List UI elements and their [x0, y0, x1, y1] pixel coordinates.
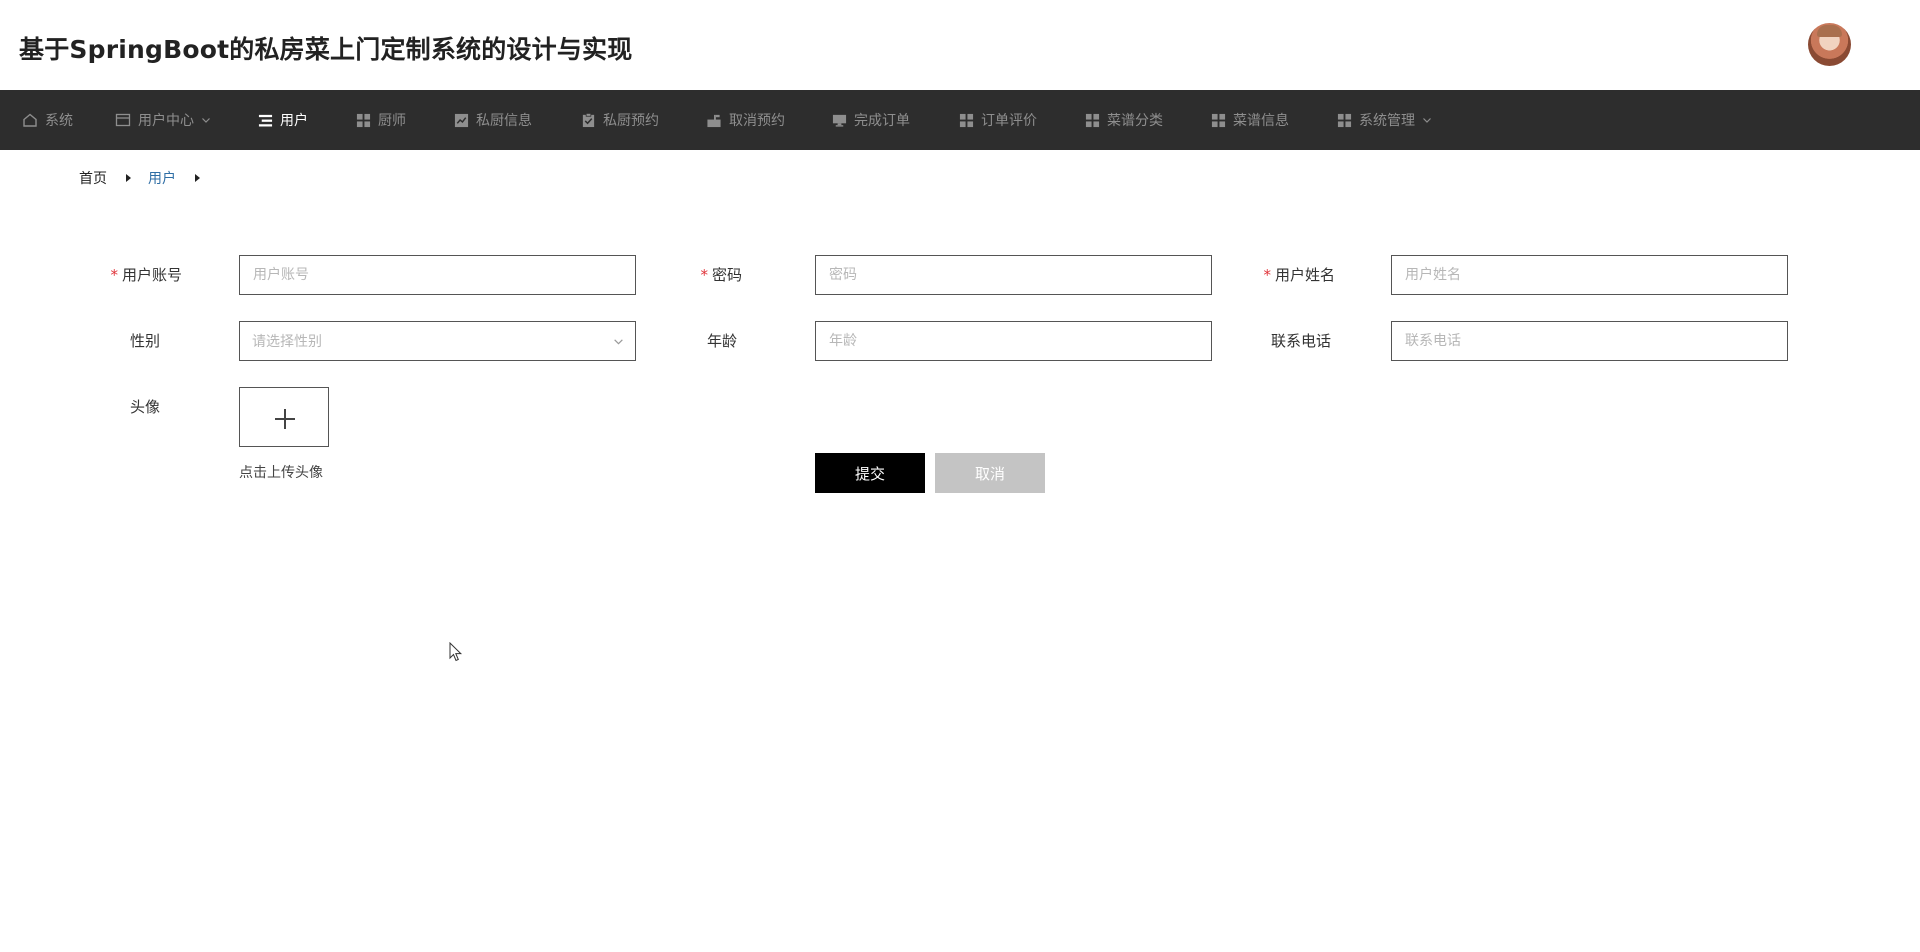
mailbox-icon — [707, 114, 721, 127]
grid-icon — [1337, 113, 1352, 127]
username-input[interactable] — [239, 255, 636, 295]
breadcrumb: 首页 用户 — [79, 168, 217, 188]
breadcrumb-home[interactable]: 首页 — [79, 168, 107, 188]
realname-input[interactable] — [1391, 255, 1788, 295]
gender-select[interactable]: 请选择性别 — [239, 321, 636, 361]
gender-label: 性别 — [129, 332, 160, 350]
nav-item-system-management[interactable]: 系统管理 — [1337, 90, 1432, 150]
nav-item-label: 菜谱分类 — [1107, 113, 1163, 129]
phone-input[interactable] — [1391, 321, 1788, 361]
realname-label: * 用户姓名 — [1263, 266, 1335, 284]
avatar-label: 头像 — [129, 398, 160, 416]
required-mark: * — [700, 266, 708, 284]
nav-item-label: 私厨信息 — [476, 113, 532, 129]
card-icon — [115, 113, 131, 127]
phone-label: 联系电话 — [1270, 332, 1331, 350]
nav-item-order-reviews[interactable]: 订单评价 — [959, 90, 1037, 150]
password-label: * 密码 — [700, 266, 742, 284]
nav-item-label: 菜谱信息 — [1233, 113, 1289, 129]
home-icon — [23, 113, 37, 127]
avatar-upload-button[interactable] — [239, 387, 329, 447]
nav-item-chef[interactable]: 厨师 — [356, 90, 406, 150]
password-input[interactable] — [815, 255, 1212, 295]
grid-icon — [959, 113, 974, 127]
plus-icon — [284, 409, 286, 429]
app-header: 基于SpringBoot的私房菜上门定制系统的设计与实现 — [0, 0, 1920, 90]
nav-item-user-center[interactable]: 用户中心 — [115, 90, 211, 150]
nav-item-label: 用户中心 — [138, 113, 194, 129]
app-title: 基于SpringBoot的私房菜上门定制系统的设计与实现 — [19, 35, 633, 64]
top-nav: 系统 用户中心 用户 厨师 私厨信息 私厨预约 取消预约 完成订单 订单评价 菜… — [0, 90, 1920, 150]
nav-item-chef-booking[interactable]: 私厨预约 — [581, 90, 659, 150]
age-label: 年龄 — [706, 332, 737, 350]
required-mark: * — [1263, 266, 1271, 284]
cancel-button[interactable]: 取消 — [935, 453, 1045, 493]
nav-item-label: 订单评价 — [981, 113, 1037, 129]
list-icon — [258, 114, 273, 126]
breadcrumb-current: 用户 — [148, 171, 176, 187]
username-label: * 用户账号 — [110, 266, 182, 284]
grid-icon — [356, 113, 371, 127]
clipboard-check-icon — [582, 113, 595, 128]
mouse-cursor-icon — [449, 642, 463, 662]
user-avatar[interactable] — [1808, 23, 1851, 66]
nav-item-recipe-category[interactable]: 菜谱分类 — [1085, 90, 1163, 150]
nav-item-chef-info[interactable]: 私厨信息 — [454, 90, 532, 150]
nav-item-label: 用户 — [280, 113, 308, 129]
nav-item-label: 系统 — [45, 113, 73, 129]
chevron-down-icon — [202, 118, 210, 123]
nav-item-label: 取消预约 — [729, 113, 785, 129]
nav-item-user[interactable]: 用户 — [258, 90, 308, 150]
avatar-upload-hint: 点击上传头像 — [239, 465, 323, 481]
required-mark: * — [110, 266, 118, 284]
nav-item-cancel-booking[interactable]: 取消预约 — [706, 90, 785, 150]
chevron-down-icon — [1423, 118, 1431, 123]
breadcrumb-separator-icon — [195, 174, 200, 182]
gender-select-placeholder: 请选择性别 — [252, 334, 322, 350]
nav-item-label: 私厨预约 — [603, 113, 659, 129]
chart-icon — [454, 113, 469, 127]
nav-item-label: 系统管理 — [1359, 113, 1415, 129]
age-input[interactable] — [815, 321, 1212, 361]
breadcrumb-separator-icon — [126, 174, 131, 182]
nav-item-system[interactable]: 系统 — [22, 90, 73, 150]
nav-item-recipe-info[interactable]: 菜谱信息 — [1211, 90, 1289, 150]
submit-button[interactable]: 提交 — [815, 453, 925, 493]
grid-icon — [1211, 113, 1226, 127]
nav-item-label: 完成订单 — [854, 113, 910, 129]
monitor-icon — [832, 114, 847, 127]
nav-item-completed-orders[interactable]: 完成订单 — [832, 90, 910, 150]
nav-item-label: 厨师 — [378, 113, 406, 129]
grid-icon — [1085, 113, 1100, 127]
